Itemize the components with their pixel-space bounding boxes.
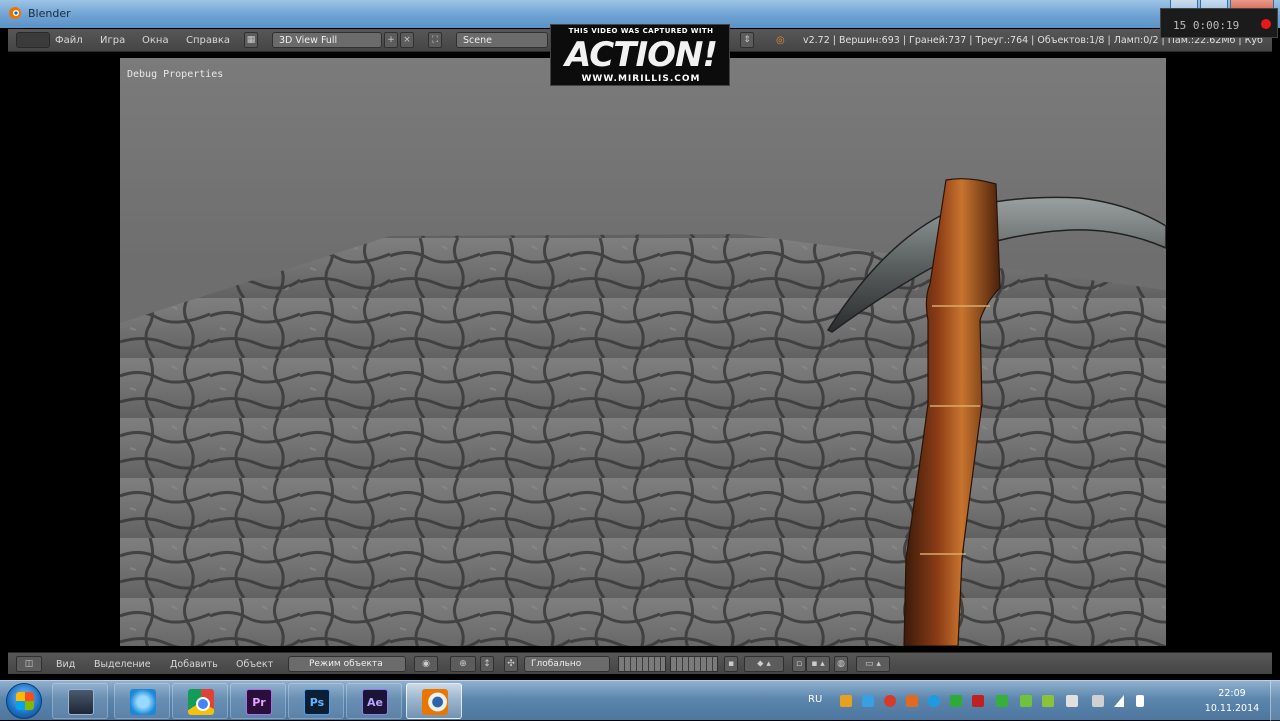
menu-select[interactable]: Выделение	[94, 659, 151, 670]
layers-group-1[interactable]	[618, 656, 666, 672]
taskbar-photoshop[interactable]: Ps	[288, 683, 344, 719]
viewport-shading-button[interactable]: ◉	[414, 656, 438, 672]
tray-app-icon-7[interactable]	[1020, 695, 1032, 707]
3d-viewport[interactable]: Debug Properties	[120, 58, 1166, 646]
menu-game[interactable]: Игра	[100, 35, 125, 46]
screen-layout-icon[interactable]: ▦	[244, 32, 258, 48]
tray-app-icon-2[interactable]	[884, 695, 896, 707]
lock-camera-icon[interactable]: ▪	[724, 656, 738, 672]
menu-view[interactable]: Вид	[56, 659, 75, 670]
menu-add[interactable]: Добавить	[170, 659, 218, 670]
windows-logo-icon	[16, 692, 34, 710]
premiere-icon: Pr	[246, 689, 272, 715]
render-engine-icon: ◎	[776, 35, 785, 46]
tray-app-icon-4[interactable]	[950, 695, 962, 707]
3d-view-header: ◫ Вид Выделение Добавить Объект Режим об…	[8, 652, 1272, 674]
game-scene-render	[120, 178, 1166, 646]
scene-icon[interactable]: ⛶	[428, 32, 442, 48]
snap-target-button[interactable]: ▪ ▴	[806, 656, 830, 672]
window-title: Blender	[28, 7, 71, 20]
recording-overlay: 15 0:00:19	[1160, 8, 1278, 38]
snap-toggle-icon[interactable]: ▫	[792, 656, 806, 672]
menu-window[interactable]: Окна	[142, 35, 169, 46]
tray-app-icon-3[interactable]	[906, 695, 918, 707]
debug-properties-label: Debug Properties	[127, 69, 224, 80]
screen-layout-field[interactable]: 3D View Full	[272, 32, 382, 48]
transform-orientation-dropdown[interactable]: Глобально	[524, 656, 610, 672]
tray-app-icon-9[interactable]	[1066, 695, 1078, 707]
menu-object[interactable]: Объект	[236, 659, 273, 670]
taskbar-premiere[interactable]: Pr	[230, 683, 286, 719]
action-logo: ACTION!	[565, 35, 718, 75]
download-icon[interactable]	[862, 695, 874, 707]
orientation-label: Глобально	[531, 659, 582, 669]
clock[interactable]: 22:09 10.11.2014	[1196, 686, 1268, 716]
blender-logo-icon	[9, 7, 21, 19]
scene-dropdown-icon[interactable]: ⇕	[740, 32, 754, 48]
windows-taskbar: Pr Ps Ae RU 22:09 10.11.2014	[0, 680, 1280, 721]
menu-file[interactable]: Файл	[55, 35, 83, 46]
network-icon[interactable]	[1114, 695, 1124, 707]
watermark-url: WWW.MIRILLIS.COM	[581, 74, 701, 84]
show-desktop-button[interactable]	[1270, 681, 1280, 721]
tray-app-icon-5[interactable]	[972, 695, 984, 707]
explorer-icon	[68, 689, 94, 715]
after-effects-icon: Ae	[362, 689, 388, 715]
proportional-edit-icon[interactable]: ◍	[834, 656, 848, 672]
viewport-editor-type-button[interactable]: ◫	[16, 656, 42, 672]
taskbar-after-effects[interactable]: Ae	[346, 683, 402, 719]
action-watermark: THIS VIDEO WAS CAPTURED WITH ACTION! WWW…	[550, 24, 730, 86]
internet-explorer-icon	[130, 689, 156, 715]
recording-time: 15 0:00:19	[1173, 19, 1240, 32]
action-center-icon[interactable]	[1092, 695, 1104, 707]
taskbar-chrome[interactable]	[172, 683, 228, 719]
photoshop-icon: Ps	[304, 689, 330, 715]
transform-orientation-icon[interactable]: ✣	[504, 656, 518, 672]
start-button[interactable]	[6, 683, 42, 719]
mode-label: Режим объекта	[309, 659, 383, 669]
interaction-mode-dropdown[interactable]: Режим объекта	[288, 656, 406, 672]
tray-app-icon-6[interactable]	[996, 695, 1008, 707]
chrome-icon	[188, 689, 214, 715]
manipulator-toggle-icon[interactable]: ↕	[480, 656, 494, 672]
menu-help[interactable]: Справка	[186, 35, 230, 46]
blender-icon	[422, 689, 448, 715]
taskbar-internet-explorer[interactable]	[114, 683, 170, 719]
render-preview-button[interactable]: ▭ ▴	[856, 656, 890, 672]
watermark-caption: THIS VIDEO WAS CAPTURED WITH	[568, 27, 714, 35]
language-indicator[interactable]: RU	[808, 694, 822, 705]
pivot-point-button[interactable]: ⊕	[450, 656, 476, 672]
volume-icon[interactable]	[1136, 695, 1144, 707]
remove-screen-button[interactable]: ×	[400, 32, 414, 48]
taskbar-blender[interactable]	[406, 683, 462, 719]
layers-group-2[interactable]	[670, 656, 718, 672]
snap-element-button[interactable]: ⬥ ▴	[744, 656, 784, 672]
tray-app-icon-8[interactable]	[1042, 695, 1054, 707]
system-tray: RU	[808, 681, 1188, 721]
clock-time: 22:09	[1218, 688, 1246, 699]
editor-type-button[interactable]	[16, 32, 50, 48]
add-screen-button[interactable]: +	[384, 32, 398, 48]
scene-field[interactable]: Scene	[456, 32, 548, 48]
clock-date: 10.11.2014	[1204, 703, 1260, 714]
taskbar-explorer[interactable]	[52, 683, 108, 719]
skype-icon[interactable]	[928, 695, 940, 707]
tray-app-icon-1[interactable]	[840, 695, 852, 707]
record-indicator-icon	[1261, 19, 1271, 29]
